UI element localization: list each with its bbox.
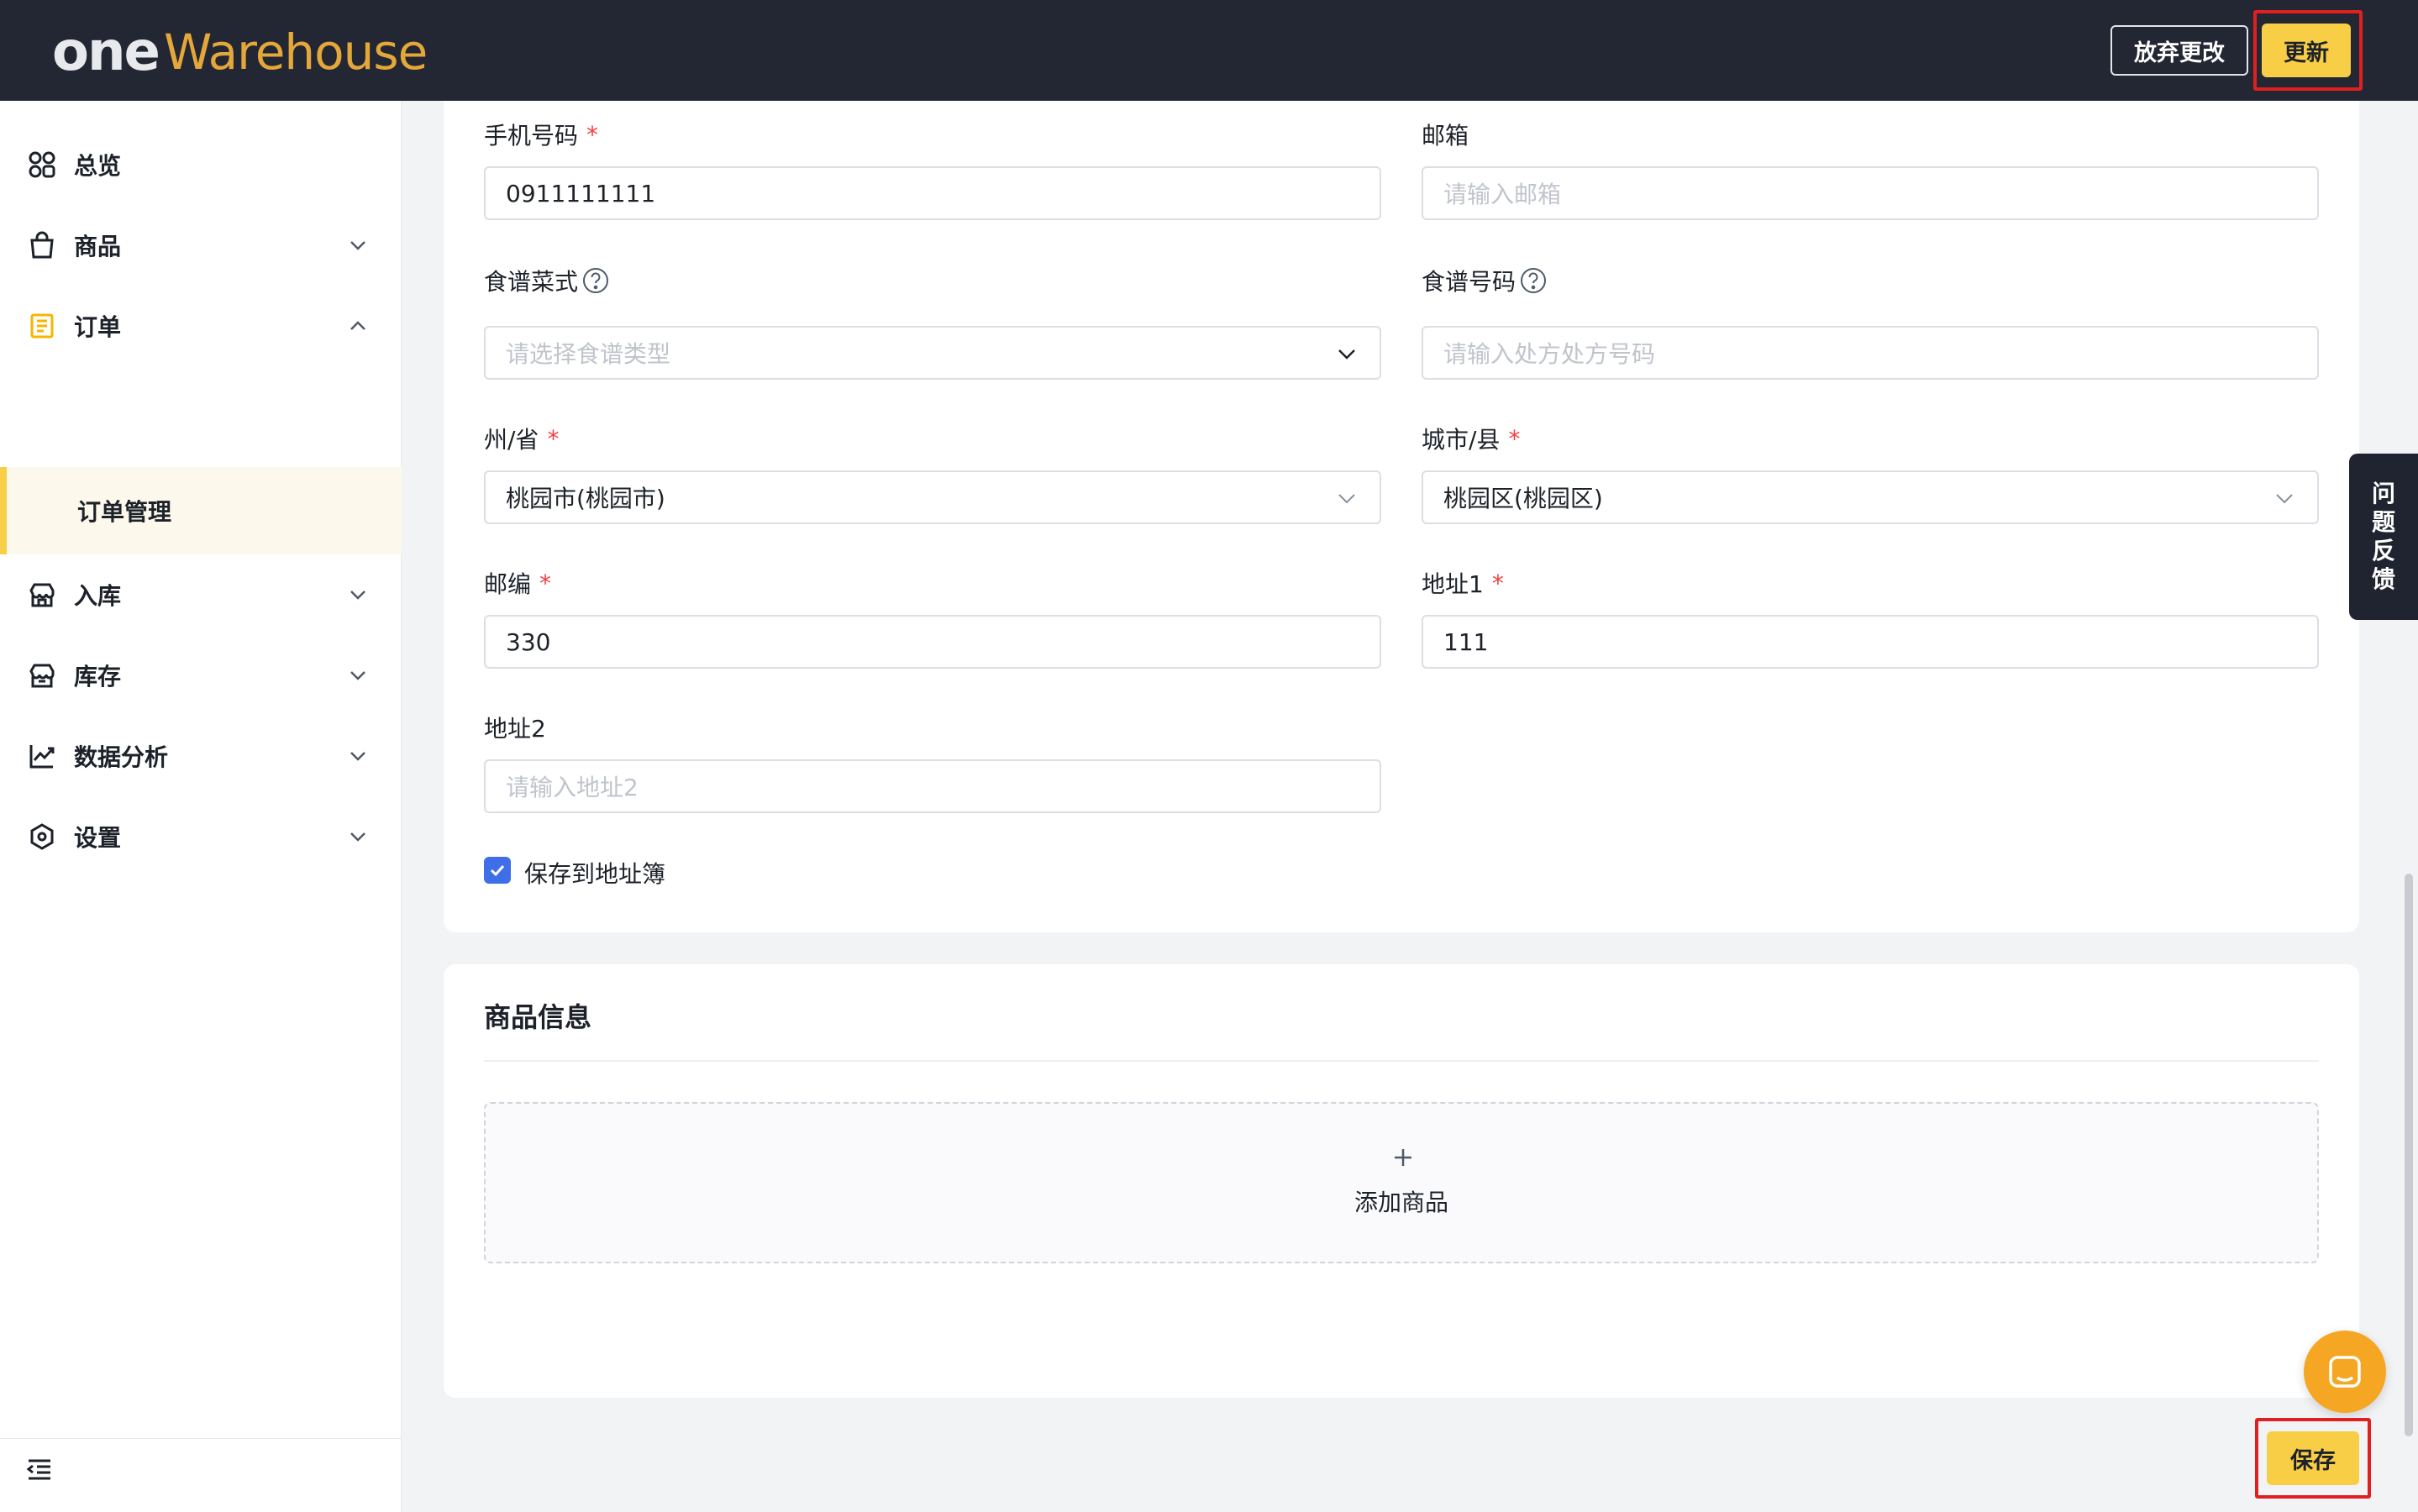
dashboard-icon: [25, 148, 59, 181]
sidebar-item-analytics[interactable]: 数据分析: [0, 716, 402, 796]
sidebar: 总览 商品 订单 订单管理 入库 库存 数据分析 设置: [0, 101, 402, 1512]
check-icon: [490, 864, 505, 877]
sidebar-item-label: 订单: [74, 313, 122, 341]
sidebar-item-label: 库存: [74, 663, 122, 690]
sidebar-item-label: 入库: [74, 582, 122, 610]
zip-label-text: 邮编: [484, 570, 532, 598]
city-value: 桃园区(桃园区): [1443, 485, 1603, 512]
settings-icon: [25, 820, 59, 853]
state-label-text: 州/省: [484, 426, 539, 454]
address2-label: 地址2: [484, 711, 546, 744]
chat-icon: [2329, 1356, 2361, 1388]
active-indicator: [0, 467, 7, 554]
recipe-type-select[interactable]: 请选择食谱类型: [484, 326, 1381, 380]
phone-input[interactable]: 0911111111: [484, 166, 1381, 220]
recipe-type-label: 食谱菜式: [484, 264, 610, 297]
chevron-down-icon: [1334, 486, 1359, 511]
sidebar-item-label: 设置: [74, 824, 122, 852]
city-label: 城市/县 *: [1422, 422, 1520, 455]
address2-input[interactable]: 请输入地址2: [484, 759, 1381, 813]
feedback-tab[interactable]: 问 题 反 馈: [2349, 454, 2418, 620]
recipe-number-input[interactable]: 请输入处方处方号码: [1422, 326, 2319, 380]
chevron-up-icon: [343, 311, 373, 341]
email-input[interactable]: 请输入邮箱: [1422, 166, 2319, 220]
address1-label: 地址1 *: [1422, 566, 1504, 600]
logo-one-text: one: [52, 21, 160, 83]
email-label-text: 邮箱: [1422, 122, 1469, 150]
chevron-down-icon: [1334, 341, 1359, 366]
chevron-down-icon: [343, 230, 373, 260]
sidebar-item-orders[interactable]: 订单: [0, 286, 402, 366]
sidebar-item-label: 总览: [74, 152, 122, 180]
logo[interactable]: one Warehouse: [52, 18, 428, 86]
recipe-number-label-text: 食谱号码: [1422, 268, 1517, 296]
sidebar-item-label: 商品: [74, 233, 122, 260]
feedback-char: 问: [2371, 480, 2395, 507]
inventory-icon: [25, 659, 59, 692]
sidebar-item-overview[interactable]: 总览: [0, 124, 402, 205]
add-product-button[interactable]: 添加商品: [484, 1102, 2319, 1263]
product-info-title: 商品信息: [484, 1001, 592, 1033]
feedback-char: 题: [2371, 508, 2395, 536]
help-icon[interactable]: [581, 266, 610, 295]
inbound-icon: [25, 578, 59, 612]
sidebar-item-label: 数据分析: [74, 743, 169, 771]
section-divider: [484, 1060, 2319, 1062]
collapse-menu-icon[interactable]: [25, 1455, 55, 1485]
state-value: 桃园市(桃园市): [506, 485, 665, 512]
phone-label-text: 手机号码: [484, 122, 579, 150]
save-to-address-book-checkbox[interactable]: [484, 857, 511, 884]
recipe-number-label: 食谱号码: [1422, 264, 1548, 297]
city-select[interactable]: 桃园区(桃园区): [1422, 470, 2319, 524]
chevron-down-icon: [343, 822, 373, 852]
zip-label: 邮编 *: [484, 566, 551, 600]
sidebar-item-inventory[interactable]: 库存: [0, 635, 402, 716]
state-label: 州/省 *: [484, 422, 559, 455]
add-product-label: 添加商品: [1354, 1189, 1448, 1216]
required-mark: *: [1508, 424, 1521, 453]
required-mark: *: [539, 569, 552, 597]
city-label-text: 城市/县: [1422, 426, 1501, 454]
chevron-down-icon: [343, 580, 373, 610]
sidebar-item-settings[interactable]: 设置: [0, 796, 402, 877]
chevron-down-icon: [343, 741, 373, 771]
top-header: one Warehouse 放弃更改 更新: [0, 0, 2418, 101]
help-icon[interactable]: [1519, 266, 1548, 295]
state-select[interactable]: 桃园市(桃园市): [484, 470, 1381, 524]
chevron-down-icon: [343, 660, 373, 690]
analytics-icon: [25, 739, 59, 773]
sidebar-divider: [0, 1438, 402, 1439]
sidebar-subitem-label: 订单管理: [77, 498, 172, 526]
email-label: 邮箱: [1422, 118, 1469, 151]
plus-icon: [1390, 1144, 1417, 1171]
feedback-char: 馈: [2371, 565, 2395, 593]
sidebar-item-products[interactable]: 商品: [0, 205, 402, 286]
zip-input[interactable]: 330: [484, 615, 1381, 669]
chevron-down-icon: [2272, 486, 2297, 511]
recipe-type-placeholder: 请选择食谱类型: [506, 340, 671, 368]
logo-warehouse-text: Warehouse: [163, 24, 428, 81]
required-mark: *: [586, 120, 599, 149]
feedback-char: 反: [2371, 537, 2395, 564]
address1-label-text: 地址1: [1422, 570, 1484, 598]
shopping-bag-icon: [25, 228, 59, 262]
save-button[interactable]: 保存: [2267, 1431, 2359, 1485]
sidebar-subitem-order-management[interactable]: 订单管理: [0, 467, 402, 554]
page-scrollbar-thumb[interactable]: [2405, 874, 2413, 1436]
recipe-type-label-text: 食谱菜式: [484, 268, 579, 296]
required-mark: *: [547, 424, 560, 453]
update-button[interactable]: 更新: [2262, 24, 2351, 77]
address2-label-text: 地址2: [484, 715, 546, 743]
address1-input[interactable]: 111: [1422, 615, 2319, 669]
chat-support-button[interactable]: [2304, 1331, 2386, 1413]
required-mark: *: [1491, 569, 1504, 597]
phone-label: 手机号码 *: [484, 118, 598, 151]
save-to-address-book-label[interactable]: 保存到地址簿: [524, 856, 665, 890]
order-icon: [25, 309, 59, 343]
sidebar-item-inbound[interactable]: 入库: [0, 554, 402, 635]
discard-changes-button[interactable]: 放弃更改: [2110, 25, 2248, 76]
